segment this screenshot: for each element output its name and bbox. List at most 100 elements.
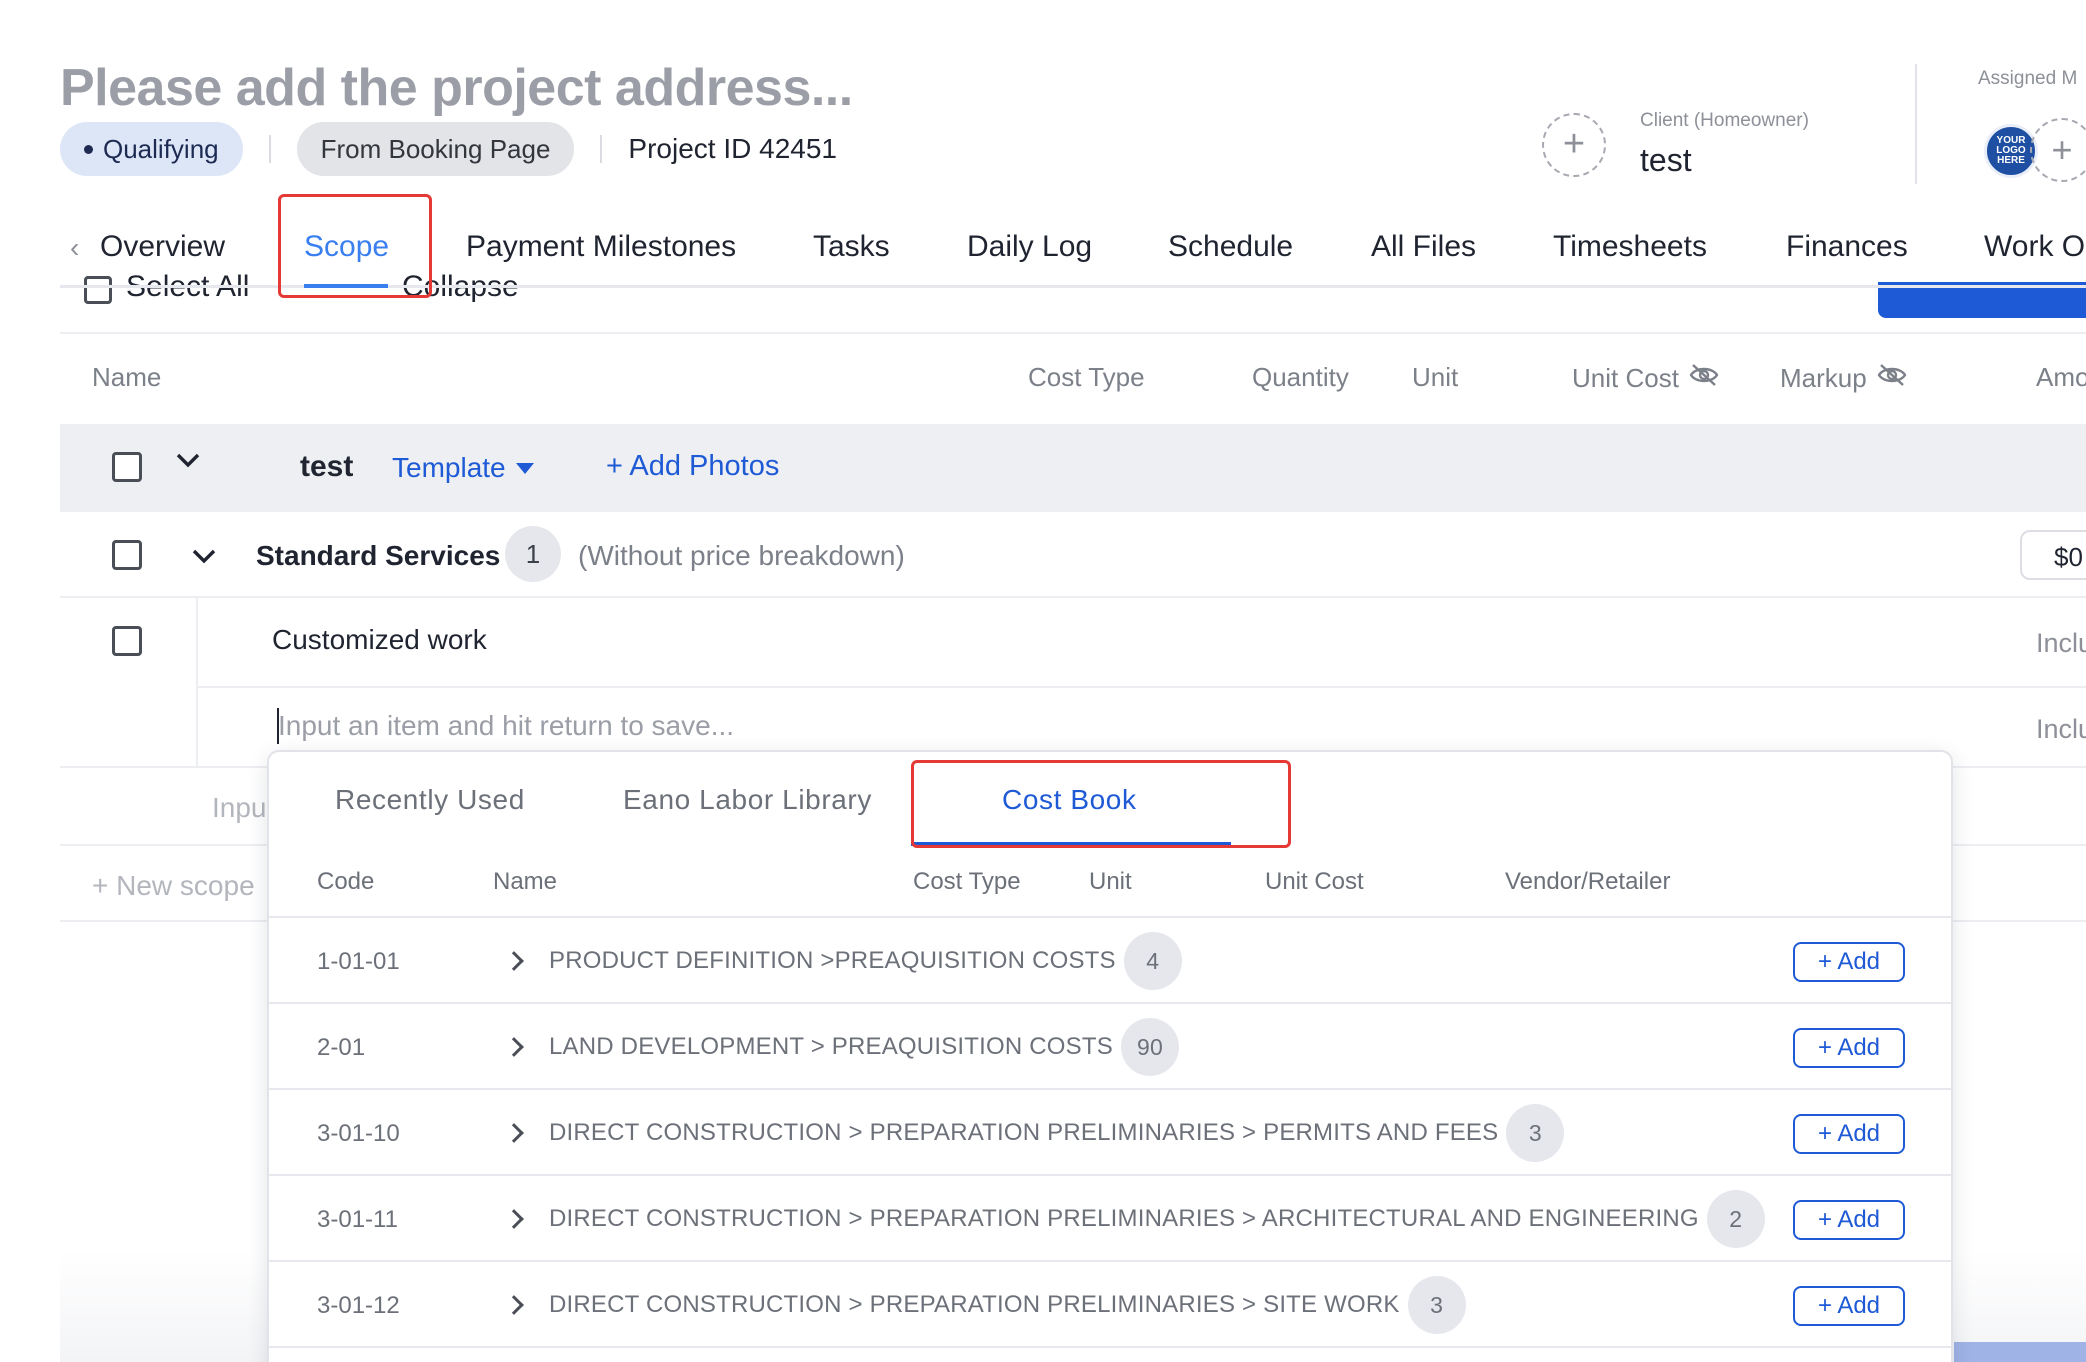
plus-icon: + bbox=[1562, 123, 1586, 165]
item-input[interactable]: Input an item and hit return to save... bbox=[278, 710, 734, 742]
plus-icon: + bbox=[2051, 129, 2073, 170]
category-name: DIRECT CONSTRUCTION > PREPARATION PRELIM… bbox=[549, 1119, 1499, 1146]
tab-eano-labor-library[interactable]: Eano Labor Library bbox=[623, 784, 872, 816]
assigned-label: Assigned M bbox=[1978, 68, 2078, 89]
table-top-line bbox=[60, 332, 2086, 334]
floating-action-edge[interactable] bbox=[1954, 1342, 2086, 1362]
client-info: Client (Homeowner) test bbox=[1640, 110, 1809, 179]
chevron-right-icon[interactable] bbox=[504, 1037, 524, 1057]
col-markup: Markup bbox=[1780, 363, 1867, 393]
project-address-title[interactable]: Please add the project address... bbox=[60, 58, 853, 118]
chevron-right-icon[interactable] bbox=[504, 1209, 524, 1229]
divider bbox=[268, 135, 271, 163]
add-client-button[interactable]: + bbox=[1542, 112, 1606, 177]
row-divider bbox=[269, 1346, 1951, 1348]
row-divider bbox=[60, 596, 2086, 598]
project-page: Please add the project address... Qualif… bbox=[0, 0, 2086, 1362]
tab-finances[interactable]: Finances bbox=[1786, 230, 1908, 264]
tab-daily-log[interactable]: Daily Log bbox=[967, 230, 1092, 264]
col-code: Code bbox=[317, 868, 375, 895]
tab-recently-used[interactable]: Recently Used bbox=[335, 784, 525, 816]
category-row[interactable]: LAND DEVELOPMENT > PREAQUISITION COSTS 9… bbox=[549, 1018, 1179, 1076]
status-dot-icon bbox=[84, 144, 93, 154]
add-button[interactable]: + Add bbox=[1793, 1028, 1905, 1068]
tab-work-orders[interactable]: Work Or bbox=[1984, 230, 2086, 264]
col-markup-wrap: Markup bbox=[1780, 362, 1907, 395]
source-badge[interactable]: From Booking Page bbox=[296, 122, 575, 176]
row-code: 2-01 bbox=[317, 1034, 366, 1061]
project-meta-row: Qualifying From Booking Page Project ID … bbox=[60, 122, 837, 176]
add-button[interactable]: + Add bbox=[1793, 1114, 1905, 1154]
category-name: PRODUCT DEFINITION >PREAQUISITION COSTS bbox=[549, 947, 1116, 974]
eye-off-icon[interactable] bbox=[1877, 362, 1907, 395]
add-button[interactable]: + Add bbox=[1793, 1200, 1905, 1240]
chevron-left-icon[interactable]: ‹ bbox=[70, 232, 79, 264]
col-name: Name bbox=[92, 362, 162, 392]
col-cost-type: Cost Type bbox=[913, 868, 1021, 895]
row-divider bbox=[269, 1088, 1951, 1090]
group-name[interactable]: test bbox=[300, 450, 353, 484]
tab-overview[interactable]: Overview bbox=[100, 230, 225, 264]
category-row[interactable]: PRODUCT DEFINITION >PREAQUISITION COSTS … bbox=[549, 932, 1182, 990]
tab-tasks[interactable]: Tasks bbox=[813, 230, 890, 264]
row-divider bbox=[269, 1260, 1951, 1262]
row-divider bbox=[269, 916, 1951, 918]
chevron-right-icon[interactable] bbox=[504, 951, 524, 971]
col-cost-type: Cost Type bbox=[1028, 362, 1145, 392]
chevron-down-icon[interactable] bbox=[190, 542, 218, 577]
included-label: Inclu bbox=[2036, 714, 2086, 744]
category-count-badge: 3 bbox=[1506, 1104, 1565, 1162]
group-checkbox[interactable] bbox=[112, 452, 142, 482]
new-scope-button[interactable]: + New scope bbox=[92, 870, 255, 902]
divider bbox=[600, 135, 603, 163]
section-name[interactable]: Standard Services bbox=[256, 540, 500, 572]
col-unit-cost: Unit Cost bbox=[1265, 868, 1364, 895]
annotation-box-scope bbox=[278, 194, 432, 298]
add-photos-button[interactable]: + Add Photos bbox=[606, 450, 779, 483]
category-name: DIRECT CONSTRUCTION > PREPARATION PRELIM… bbox=[549, 1291, 1400, 1318]
chevron-down-icon[interactable] bbox=[174, 446, 202, 481]
indent-guide bbox=[196, 598, 198, 766]
included-label: Inclu bbox=[2036, 628, 2086, 658]
section-amount[interactable]: $0 bbox=[2020, 530, 2086, 580]
row-divider bbox=[269, 1174, 1951, 1176]
category-count-badge: 3 bbox=[1407, 1276, 1466, 1334]
add-assignee-button[interactable]: + bbox=[2030, 118, 2086, 182]
add-button[interactable]: + Add bbox=[1793, 942, 1905, 982]
category-row[interactable]: DIRECT CONSTRUCTION > PREPARATION PRELIM… bbox=[549, 1190, 1765, 1248]
col-amount: Amo bbox=[2036, 362, 2086, 392]
scope-group-row: test Template + Add Photos $0 bbox=[60, 424, 2086, 512]
row-code: 3-01-11 bbox=[317, 1206, 398, 1233]
category-count-badge: 90 bbox=[1120, 1018, 1179, 1076]
category-row[interactable]: DIRECT CONSTRUCTION > PREPARATION PRELIM… bbox=[549, 1104, 1565, 1162]
chevron-right-icon[interactable] bbox=[504, 1123, 524, 1143]
header-divider bbox=[1915, 64, 1917, 184]
client-label: Client (Homeowner) bbox=[1640, 110, 1809, 131]
add-button[interactable]: + Add bbox=[1793, 1286, 1905, 1326]
row-code: 3-01-12 bbox=[317, 1292, 400, 1319]
section-input-partial[interactable]: Inpu bbox=[212, 792, 267, 824]
category-count-badge: 4 bbox=[1123, 932, 1182, 990]
status-badge[interactable]: Qualifying bbox=[60, 122, 243, 176]
col-unit-cost-wrap: Unit Cost bbox=[1572, 362, 1719, 395]
status-label: Qualifying bbox=[103, 133, 219, 164]
section-checkbox[interactable] bbox=[112, 540, 142, 570]
eye-off-icon[interactable] bbox=[1689, 362, 1719, 395]
item-checkbox[interactable] bbox=[112, 626, 142, 656]
chevron-right-icon[interactable] bbox=[504, 1295, 524, 1315]
tab-all-files[interactable]: All Files bbox=[1371, 230, 1476, 264]
client-name[interactable]: test bbox=[1640, 142, 1809, 179]
item-count-badge: 1 bbox=[505, 526, 561, 582]
category-count-badge: 2 bbox=[1706, 1190, 1765, 1248]
tab-schedule[interactable]: Schedule bbox=[1168, 230, 1293, 264]
tab-timesheets[interactable]: Timesheets bbox=[1553, 230, 1707, 264]
annotation-box-cost-book bbox=[911, 760, 1291, 848]
row-code: 1-01-01 bbox=[317, 948, 400, 975]
row-divider bbox=[269, 1002, 1951, 1004]
tab-payment-milestones[interactable]: Payment Milestones bbox=[466, 230, 736, 264]
item-name[interactable]: Customized work bbox=[272, 624, 487, 656]
category-row[interactable]: DIRECT CONSTRUCTION > PREPARATION PRELIM… bbox=[549, 1276, 1466, 1334]
col-name: Name bbox=[493, 868, 558, 895]
row-divider bbox=[196, 686, 2086, 688]
template-dropdown[interactable]: Template bbox=[392, 452, 534, 484]
